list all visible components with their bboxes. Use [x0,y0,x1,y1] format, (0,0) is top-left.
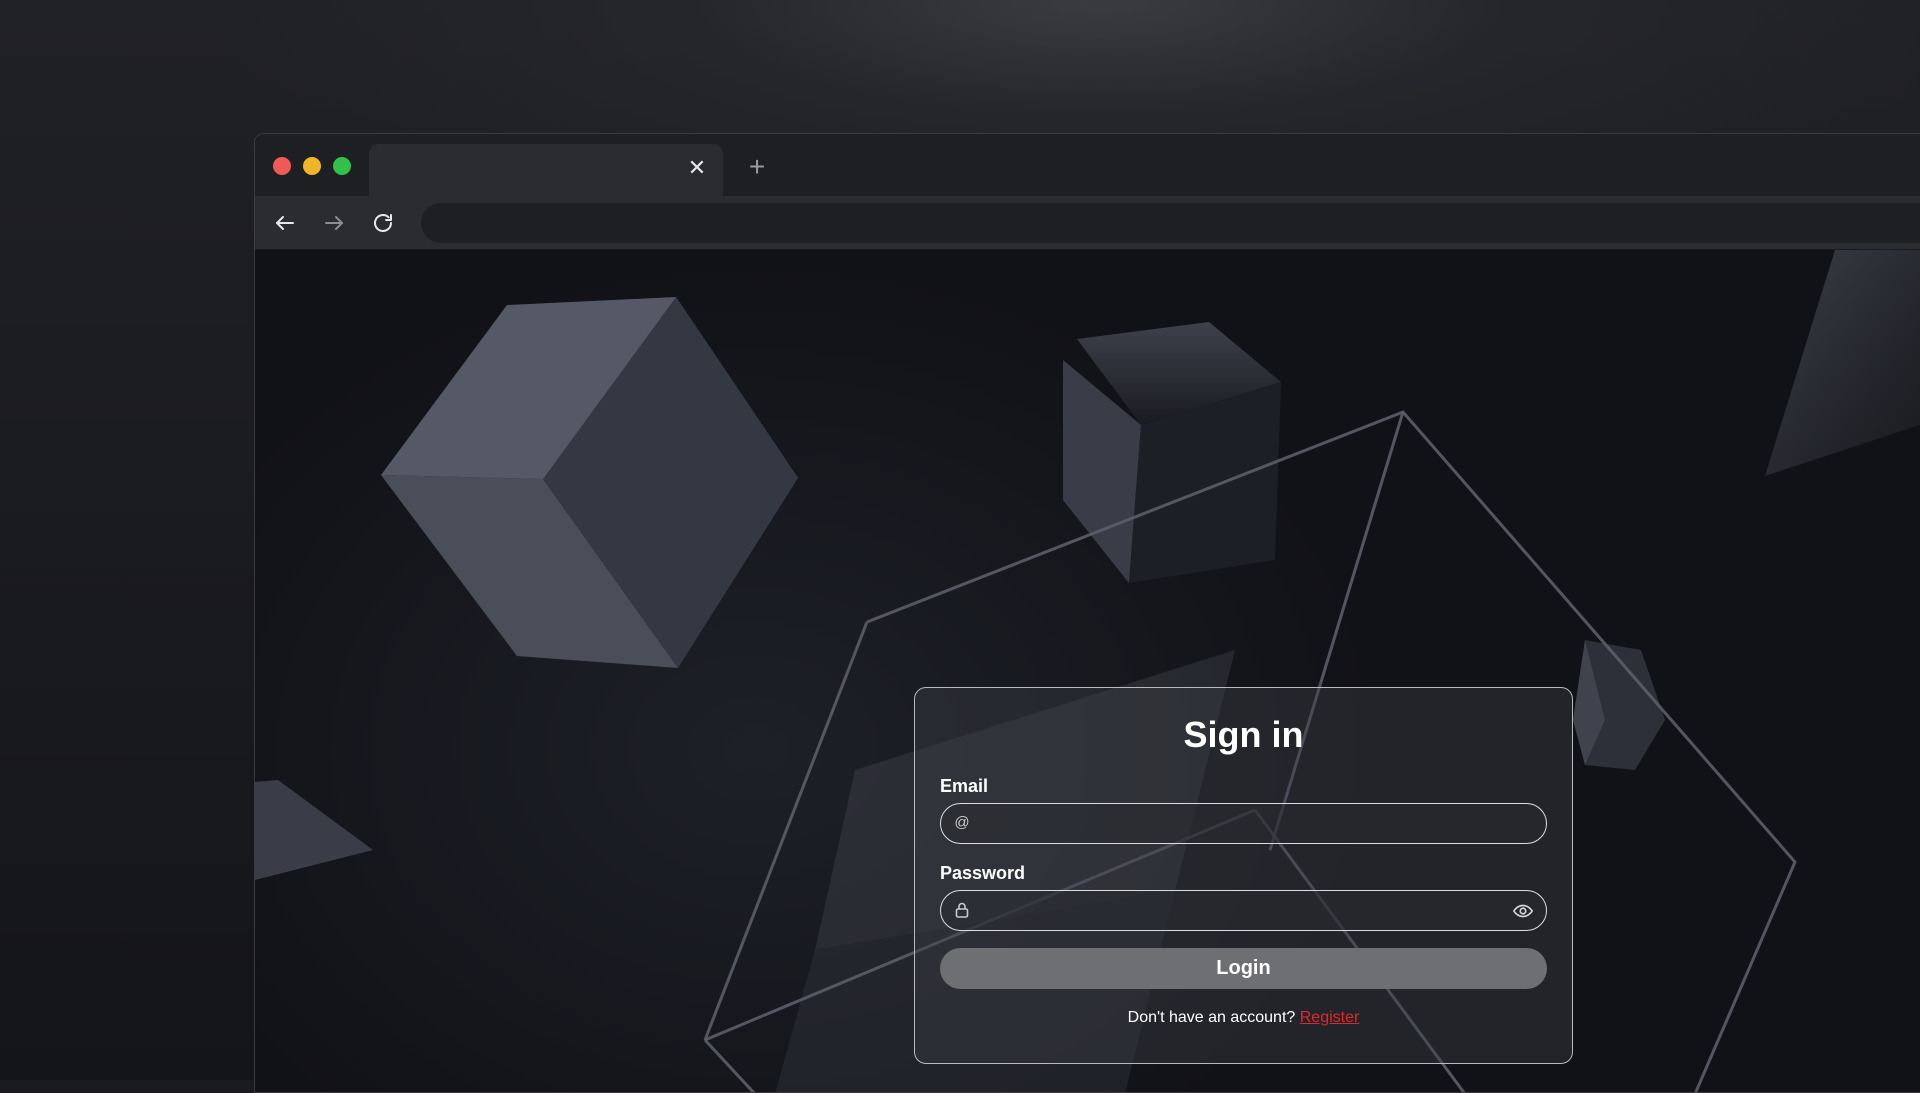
at-sign-icon: @ [954,814,970,831]
page-viewport: Sign in Email @ Password Login Don't hav… [255,250,1920,1092]
arrow-left-icon [276,216,294,230]
reload-button[interactable] [367,207,399,239]
eye-icon[interactable] [1512,900,1534,922]
email-field: @ [940,803,1547,844]
arrow-right-icon [325,216,343,230]
browser-toolbar [255,196,1920,250]
lock-icon [953,901,971,919]
email-input[interactable] [981,804,1500,843]
window-maximize-button[interactable] [333,157,351,175]
login-button[interactable]: Login [940,948,1547,989]
password-input[interactable] [981,891,1500,930]
window-close-button[interactable] [273,157,291,175]
tab-bar: ✕ + [255,134,1920,196]
register-prompt-text: Don't have an account? [1127,1009,1296,1026]
browser-window: ✕ + Sign in Email @ Password Login Don't… [254,133,1920,1093]
window-minimize-button[interactable] [303,157,321,175]
new-tab-button[interactable]: + [743,153,771,182]
browser-tab[interactable]: ✕ [369,144,723,196]
register-prompt: Don't have an account? Register [940,1009,1547,1027]
password-label: Password [940,863,1026,883]
forward-button[interactable] [318,207,350,239]
address-bar[interactable] [421,203,1920,243]
page-title: Sign in [1183,714,1304,755]
register-link[interactable]: Register [1300,1009,1360,1026]
back-button[interactable] [269,207,301,239]
reload-icon [374,214,392,232]
email-label: Email [940,776,989,796]
sign-in-card: Sign in Email @ Password Login Don't hav… [914,687,1573,1064]
password-field [940,890,1547,931]
tab-close-icon[interactable]: ✕ [685,156,709,180]
